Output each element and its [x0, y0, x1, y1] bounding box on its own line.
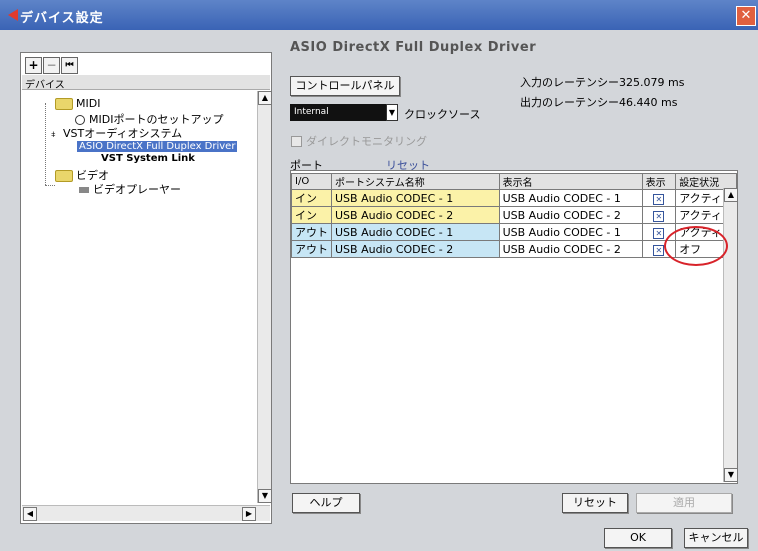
io-cell: アウト: [291, 223, 332, 241]
reset-device-button[interactable]: ⏮: [61, 57, 78, 74]
folder-icon: [55, 98, 73, 110]
table-row[interactable]: イン USB Audio CODEC - 1 USB Audio CODEC -…: [291, 189, 737, 207]
tree-item-label: VST System Link: [101, 153, 195, 164]
visible-cell[interactable]: ✕: [641, 189, 677, 207]
column-header-display-name[interactable]: 表示名: [498, 173, 643, 190]
tree-horizontal-scrollbar[interactable]: ◀ ▶: [22, 505, 270, 521]
tree-line: [45, 185, 55, 186]
system-name-cell: USB Audio CODEC - 1: [331, 223, 500, 241]
close-button[interactable]: ✕: [736, 6, 756, 26]
system-name-cell: USB Audio CODEC - 1: [331, 189, 500, 207]
display-name-cell[interactable]: USB Audio CODEC - 2: [498, 240, 643, 258]
output-latency: 出力のレーテンシー46.440 ms: [520, 96, 678, 109]
apply-button[interactable]: 適用: [636, 493, 732, 513]
visible-cell[interactable]: ✕: [641, 206, 677, 224]
io-cell: アウト: [291, 240, 332, 258]
scroll-up-icon[interactable]: ▲: [724, 188, 738, 202]
add-button[interactable]: +: [25, 57, 42, 74]
tree-item-asio-driver[interactable]: ASIO DirectX Full Duplex Driver: [77, 139, 238, 152]
table-row[interactable]: イン USB Audio CODEC - 2 USB Audio CODEC -…: [291, 206, 737, 224]
remove-button[interactable]: −: [43, 57, 60, 74]
reset-button[interactable]: リセット: [562, 493, 628, 513]
cancel-button[interactable]: キャンセル: [684, 528, 748, 548]
tree-item-video-player[interactable]: ビデオプレーヤー: [79, 181, 181, 197]
display-name-cell[interactable]: USB Audio CODEC - 1: [498, 223, 643, 241]
system-name-cell: USB Audio CODEC - 2: [331, 240, 500, 258]
device-settings-window: デバイス設定 ✕ + − ⏮ デバイス MIDI MIDIポートのセットアップ …: [0, 0, 758, 551]
direct-monitoring-checkbox[interactable]: [291, 136, 302, 147]
tree-item-label: MIDI: [76, 97, 101, 110]
device-tree-panel: + − ⏮ デバイス MIDI MIDIポートのセットアップ ⧧ VSTオーディオ…: [20, 52, 272, 524]
help-button[interactable]: ヘルプ: [292, 493, 360, 513]
tree-item-label: ASIO DirectX Full Duplex Driver: [77, 141, 238, 152]
title-bar: デバイス設定 ✕: [0, 0, 758, 30]
scroll-down-icon[interactable]: ▼: [724, 468, 738, 482]
clock-source-label: クロックソース: [404, 108, 481, 121]
io-cell: イン: [291, 189, 332, 207]
tree-line: [45, 103, 46, 185]
system-name-cell: USB Audio CODEC - 2: [331, 206, 500, 224]
visible-checkbox[interactable]: ✕: [653, 210, 665, 222]
io-cell: イン: [291, 206, 332, 224]
tree-vertical-scrollbar[interactable]: ▲ ▼: [257, 91, 272, 503]
visible-checkbox[interactable]: ✕: [653, 244, 665, 256]
scroll-right-icon[interactable]: ▶: [242, 507, 256, 521]
visible-checkbox[interactable]: ✕: [653, 193, 665, 205]
chevron-down-icon: ▼: [386, 104, 398, 121]
scroll-down-icon[interactable]: ▼: [258, 489, 272, 503]
driver-title: ASIO DirectX Full Duplex Driver: [290, 40, 537, 55]
video-player-icon: [79, 187, 89, 193]
table-header-row: I/O ポートシステム名称 表示名 表示 設定状況: [291, 173, 737, 190]
back-arrow-icon: [8, 9, 18, 21]
ports-table-panel: I/O ポートシステム名称 表示名 表示 設定状況 イン USB Audio C…: [290, 170, 738, 484]
visible-checkbox[interactable]: ✕: [653, 227, 665, 239]
scroll-left-icon[interactable]: ◀: [23, 507, 37, 521]
column-header-system-name[interactable]: ポートシステム名称: [331, 173, 500, 190]
ok-button[interactable]: OK: [604, 528, 672, 548]
display-name-cell[interactable]: USB Audio CODEC - 2: [498, 206, 643, 224]
window-title: デバイス設定: [20, 11, 104, 26]
tree-item-vst-system-link[interactable]: VST System Link: [101, 153, 195, 164]
column-header-visible[interactable]: 表示: [641, 173, 677, 190]
direct-monitoring-label: ダイレクトモニタリング: [306, 135, 427, 148]
tree-item-midi[interactable]: MIDI: [55, 97, 100, 110]
midi-port-icon: [75, 115, 85, 125]
control-panel-button[interactable]: コントロールパネル: [290, 76, 400, 96]
vst-audio-icon: ⧧: [51, 130, 56, 140]
tree-header: デバイス: [22, 75, 270, 91]
folder-icon: [55, 170, 73, 182]
highlight-ellipse: [664, 226, 728, 266]
clock-source-value: Internal: [294, 107, 329, 117]
input-latency: 入力のレーテンシー325.079 ms: [520, 76, 685, 89]
display-name-cell[interactable]: USB Audio CODEC - 1: [498, 189, 643, 207]
column-header-io[interactable]: I/O: [291, 173, 332, 190]
clock-source-select[interactable]: Internal ▼: [290, 104, 398, 121]
ports-vertical-scrollbar[interactable]: ▲ ▼: [723, 188, 738, 482]
tree-item-label: ビデオプレーヤー: [93, 183, 181, 196]
tree-header-label: デバイス: [25, 80, 65, 91]
scroll-up-icon[interactable]: ▲: [258, 91, 272, 105]
